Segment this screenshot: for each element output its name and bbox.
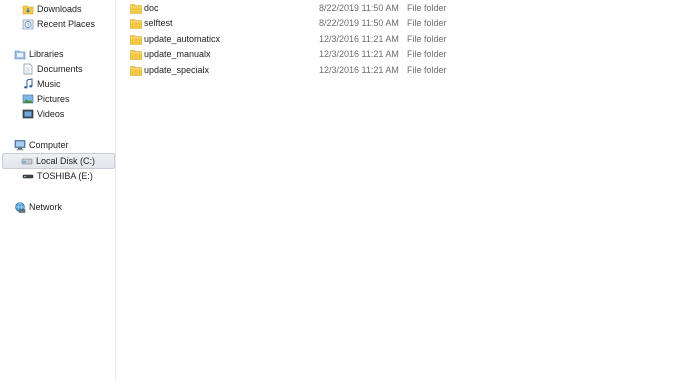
nav-item-label: Videos — [37, 109, 65, 119]
recent-places-icon — [22, 19, 34, 30]
removable-drive-icon — [22, 174, 34, 179]
file-date: 12/3/2016 11:21 AM — [319, 49, 399, 59]
file-name: update_specialx — [144, 65, 210, 75]
nav-item-libraries[interactable]: Libraries — [12, 47, 112, 61]
file-date: 8/22/2019 11:50 AM — [319, 18, 399, 28]
nav-item-label: Pictures — [37, 94, 70, 104]
videos-icon — [22, 109, 34, 119]
nav-item-local-disk-c[interactable]: Local Disk (C:) — [2, 153, 115, 169]
nav-item-pictures[interactable]: Pictures — [20, 92, 112, 106]
folder-icon — [130, 66, 142, 76]
file-type: File folder — [407, 65, 447, 75]
file-date: 8/22/2019 11:50 AM — [319, 3, 399, 13]
file-row-update-automaticx[interactable]: update_automaticx 12/3/2016 11:21 AM Fil… — [116, 32, 678, 47]
nav-item-label: TOSHIBA (E:) — [37, 171, 93, 181]
folder-icon — [130, 50, 142, 60]
file-name: update_manualx — [144, 49, 211, 59]
file-list: doc 8/22/2019 11:50 AM File folder selft… — [116, 0, 678, 381]
network-icon — [15, 202, 26, 213]
file-row-selftest[interactable]: selftest 8/22/2019 11:50 AM File folder — [116, 16, 678, 31]
nav-item-label: Computer — [29, 140, 69, 150]
nav-item-label: Music — [37, 79, 61, 89]
local-disk-icon — [21, 158, 33, 165]
file-name: doc — [144, 3, 159, 13]
nav-item-computer[interactable]: Computer — [12, 138, 112, 152]
file-type: File folder — [407, 18, 447, 28]
file-row-doc[interactable]: doc 8/22/2019 11:50 AM File folder — [116, 1, 678, 16]
nav-item-toshiba-e[interactable]: TOSHIBA (E:) — [20, 169, 112, 183]
downloads-folder-icon — [22, 5, 34, 15]
music-icon — [24, 78, 33, 89]
navigation-pane: Downloads Recent Places Libraries Docume… — [0, 0, 116, 381]
file-row-update-manualx[interactable]: update_manualx 12/3/2016 11:21 AM File f… — [116, 47, 678, 62]
file-type: File folder — [407, 34, 447, 44]
nav-item-recent-places[interactable]: Recent Places — [20, 17, 112, 31]
libraries-icon — [14, 50, 26, 60]
nav-item-videos[interactable]: Videos — [20, 107, 112, 121]
nav-item-label: Recent Places — [37, 19, 96, 29]
file-date: 12/3/2016 11:21 AM — [319, 65, 399, 75]
nav-item-label: Downloads — [37, 4, 82, 14]
nav-item-music[interactable]: Music — [20, 77, 112, 91]
nav-item-network[interactable]: Network — [12, 200, 112, 214]
nav-item-label: Documents — [37, 64, 83, 74]
folder-icon — [130, 35, 142, 45]
nav-item-label: Local Disk (C:) — [36, 156, 96, 166]
file-date: 12/3/2016 11:21 AM — [319, 34, 399, 44]
nav-item-label: Network — [29, 202, 63, 212]
nav-item-downloads[interactable]: Downloads — [20, 2, 112, 16]
file-name: selftest — [144, 18, 173, 28]
documents-icon — [23, 63, 33, 75]
pictures-icon — [22, 94, 34, 104]
file-type: File folder — [407, 49, 447, 59]
folder-icon — [130, 4, 142, 14]
file-type: File folder — [407, 3, 447, 13]
file-row-update-specialx[interactable]: update_specialx 12/3/2016 11:21 AM File … — [116, 63, 678, 78]
nav-item-documents[interactable]: Documents — [20, 62, 112, 76]
nav-item-label: Libraries — [29, 49, 64, 59]
file-name: update_automaticx — [144, 34, 221, 44]
computer-icon — [14, 140, 26, 151]
folder-icon — [130, 19, 142, 29]
